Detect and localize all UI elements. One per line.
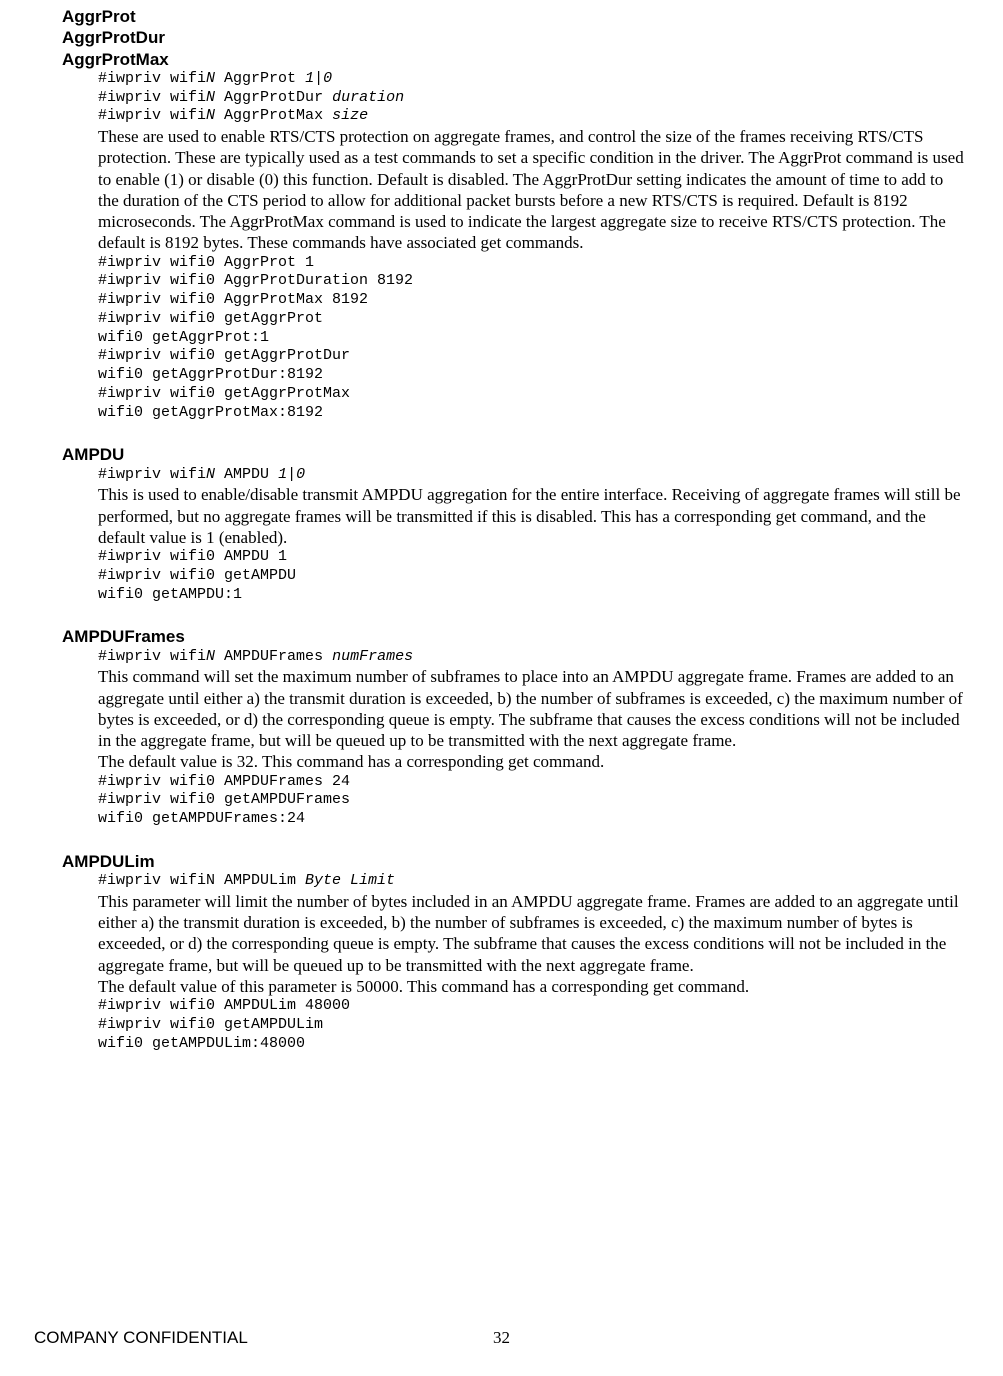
paragraph: The default value is 32. This command ha… — [98, 751, 968, 772]
example-block: #iwpriv wifi0 AMPDU 1 #iwpriv wifi0 getA… — [98, 548, 968, 604]
example-block: #iwpriv wifi0 AMPDUFrames 24 #iwpriv wif… — [98, 773, 968, 829]
section-body: #iwpriv wifiN AggrProt 1|0#iwpriv wifiN … — [98, 70, 968, 423]
command-heading: AggrProtDur — [62, 27, 968, 48]
paragraph: This is used to enable/disable transmit … — [98, 484, 968, 548]
example-block: #iwpriv wifi0 AMPDULim 48000 #iwpriv wif… — [98, 997, 968, 1053]
syntax-line: #iwpriv wifiN AggrProt 1|0 — [98, 70, 968, 89]
section-body: #iwpriv wifiN AMPDU 1|0This is used to e… — [98, 466, 968, 605]
paragraph: This parameter will limit the number of … — [98, 891, 968, 976]
syntax-line: #iwpriv wifiN AMPDUFrames numFrames — [98, 648, 968, 667]
command-heading: AggrProtMax — [62, 49, 968, 70]
syntax-line: #iwpriv wifiN AggrProtDur duration — [98, 89, 968, 108]
paragraph: These are used to enable RTS/CTS protect… — [98, 126, 968, 254]
section-body: #iwpriv wifiN AMPDULim Byte LimitThis pa… — [98, 872, 968, 1053]
paragraph: The default value of this parameter is 5… — [98, 976, 968, 997]
paragraph: This command will set the maximum number… — [98, 666, 968, 751]
example-block: #iwpriv wifi0 AggrProt 1 #iwpriv wifi0 A… — [98, 254, 968, 423]
footer-page-number: 32 — [0, 1327, 1003, 1348]
syntax-line: #iwpriv wifiN AMPDULim Byte Limit — [98, 872, 968, 891]
command-heading: AMPDULim — [62, 851, 968, 872]
command-heading: AggrProt — [62, 6, 968, 27]
syntax-line: #iwpriv wifiN AMPDU 1|0 — [98, 466, 968, 485]
section-body: #iwpriv wifiN AMPDUFrames numFramesThis … — [98, 648, 968, 829]
command-heading: AMPDUFrames — [62, 626, 968, 647]
command-heading: AMPDU — [62, 444, 968, 465]
syntax-line: #iwpriv wifiN AggrProtMax size — [98, 107, 968, 126]
